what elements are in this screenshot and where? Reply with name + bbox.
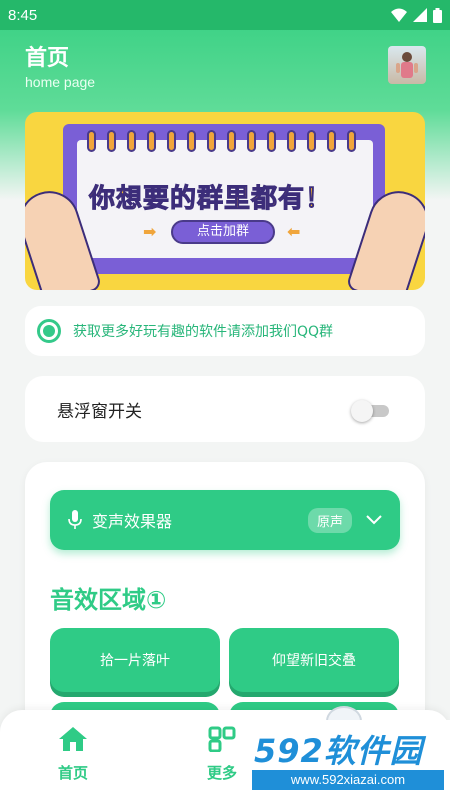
floating-window-label: 悬浮窗开关 — [57, 401, 142, 422]
effect-button[interactable]: 拾一片落叶 — [50, 628, 220, 692]
banner-headline: 你想要的群里都有！ — [88, 184, 333, 215]
battery-icon — [433, 7, 442, 23]
effect-button[interactable]: 仰望新旧交叠 — [229, 628, 399, 692]
section-title: 音效区域① — [50, 586, 167, 614]
arrow-right-icon: ➡ — [143, 222, 157, 241]
nav-label-more: 更多 — [207, 764, 238, 782]
status-bar: 8:45 — [0, 0, 450, 30]
page-subtitle: home page — [25, 74, 96, 90]
arrow-left-icon: ⬅ — [287, 222, 301, 241]
voice-mode-badge: 原声 — [307, 507, 352, 533]
nav-item-more[interactable]: 更多 — [207, 726, 237, 783]
join-group-banner[interactable]: 你想要的群里都有！ ➡ 点击加群 ⬅ — [25, 112, 425, 290]
qq-group-notice[interactable]: 获取更多好玩有趣的软件请添加我们QQ群 — [25, 306, 425, 356]
status-icons — [391, 7, 442, 23]
radio-dot-icon — [37, 319, 61, 343]
watermark-url: www.592xiazai.com — [252, 770, 444, 790]
apps-icon — [208, 726, 236, 752]
chevron-down-icon — [366, 515, 382, 525]
voice-changer-title: 变声效果器 — [92, 512, 173, 531]
toggle-knob — [351, 400, 373, 422]
floating-window-card: 悬浮窗开关 — [25, 376, 425, 442]
notice-text: 获取更多好玩有趣的软件请添加我们QQ群 — [73, 324, 334, 340]
status-time: 8:45 — [8, 6, 38, 24]
wifi-icon — [391, 8, 407, 22]
voice-changer-dropdown[interactable]: 变声效果器 原声 — [50, 490, 400, 550]
floating-window-toggle[interactable] — [351, 400, 389, 422]
watermark-brand: 592软件园 — [254, 732, 423, 770]
signal-icon — [413, 8, 427, 22]
nav-item-home[interactable]: 首页 — [58, 726, 88, 783]
avatar[interactable] — [388, 46, 426, 84]
nav-label-home: 首页 — [58, 764, 89, 782]
avatar-person-icon — [396, 52, 418, 78]
watermark: 592软件园 www.592xiazai.com — [244, 720, 450, 800]
join-group-button[interactable]: 点击加群 — [171, 220, 275, 244]
banner-rings — [87, 130, 356, 152]
microphone-icon — [68, 510, 82, 529]
page-title: 首页 — [25, 46, 70, 71]
home-icon — [59, 727, 87, 751]
